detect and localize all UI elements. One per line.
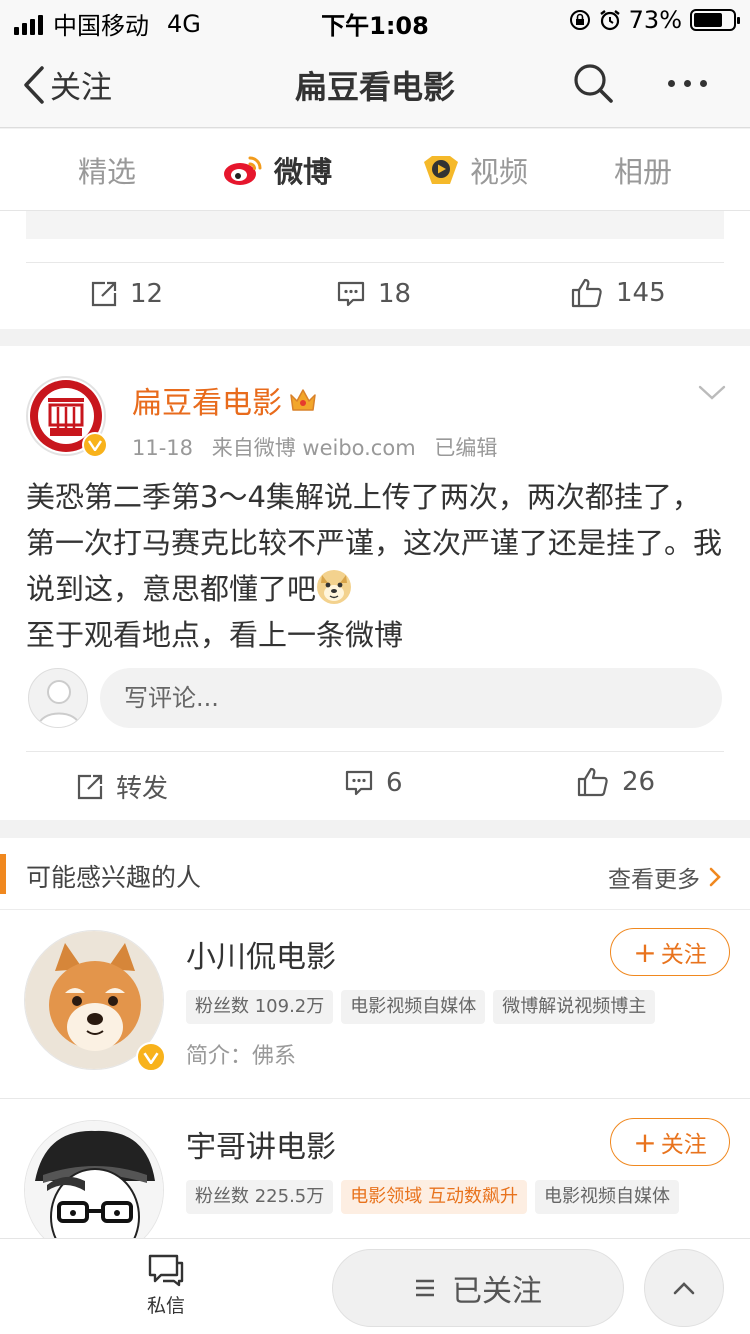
chevron-right-icon [709, 867, 721, 887]
weibo-icon [224, 156, 262, 185]
video-icon [424, 156, 458, 184]
tag: 粉丝数 109.2万 [186, 990, 334, 1024]
more-dot-icon [700, 80, 707, 87]
repost-label: 转发 [116, 774, 169, 804]
followed-button[interactable]: 已关注 [332, 1249, 624, 1327]
user-tags: 粉丝数 225.5万 电影领域 互动数飙升 电影视频自媒体 [186, 1180, 679, 1214]
tag: 电影视频自媒体 [341, 990, 486, 1024]
verified-badge-icon [82, 432, 108, 458]
tab-featured[interactable]: 精选 [78, 149, 136, 191]
user-name[interactable]: 宇哥讲电影 [186, 1122, 336, 1166]
thumbs-up-icon [577, 767, 608, 797]
default-user-icon [37, 680, 81, 727]
scroll-to-top-button[interactable] [644, 1249, 724, 1327]
battery-percent: 73% [628, 6, 682, 34]
divider [26, 751, 724, 752]
tab-video[interactable]: 视频 [420, 149, 528, 191]
suggested-user-card[interactable]: 小川侃电影 + 关注 粉丝数 109.2万 电影视频自媒体 微博解说视频博主 简… [0, 910, 750, 1098]
nav-bar: 关注 扁豆看电影 [0, 40, 750, 128]
tab-album[interactable]: 相册 [614, 149, 672, 191]
previous-post-card: 12 18 145 [0, 211, 750, 329]
divider [26, 262, 724, 263]
repost-count: 12 [130, 279, 164, 309]
accent-bar [0, 854, 6, 894]
follow-button[interactable]: + 关注 [610, 928, 730, 976]
post-date: 11-18 [132, 436, 194, 460]
author-avatar[interactable] [26, 376, 108, 458]
tab-label: 相册 [614, 155, 673, 189]
author-name[interactable]: 扁豆看电影 [132, 378, 318, 422]
quoted-content-stub [26, 211, 724, 239]
like-count: 26 [622, 767, 656, 797]
tab-weibo[interactable]: 微博 [222, 149, 332, 191]
divider [0, 1098, 750, 1099]
like-button[interactable]: 145 [570, 277, 666, 309]
comment-button[interactable]: 6 [344, 768, 403, 798]
thumbs-up-icon [571, 278, 602, 308]
like-count: 145 [616, 278, 666, 308]
menu-icon [416, 1279, 434, 1297]
chevron-down-icon [698, 385, 726, 400]
comment-icon [337, 281, 365, 307]
bottom-toolbar: 私信 已关注 [0, 1238, 750, 1334]
post-text-tail: 至于观看地点，看上一条微博 [26, 618, 404, 652]
repost-button[interactable]: 转发 [76, 768, 168, 805]
post-card: 扁豆看电影 11-18 来自微博 weibo.com 已编辑 美恐第二季第3～4… [0, 346, 750, 820]
page-title: 扁豆看电影 [294, 68, 455, 106]
alarm-icon [599, 10, 620, 31]
comment-count: 18 [378, 279, 412, 309]
tag: 粉丝数 225.5万 [186, 1180, 334, 1214]
my-avatar [28, 668, 88, 728]
comment-button[interactable]: 18 [336, 279, 411, 309]
message-icon [148, 1254, 184, 1287]
crown-vip-icon [290, 389, 316, 411]
rotation-lock-icon [569, 10, 590, 30]
doge-emoji-icon [317, 570, 352, 604]
more-dot-icon [668, 80, 675, 87]
chevron-up-icon [673, 1282, 695, 1295]
like-button[interactable]: 26 [576, 766, 655, 798]
user-tags: 粉丝数 109.2万 电影视频自媒体 微博解说视频博主 [186, 990, 656, 1024]
battery-icon [690, 9, 740, 31]
follow-button[interactable]: + 关注 [610, 1118, 730, 1166]
post-meta: 11-18 来自微博 weibo.com 已编辑 [132, 432, 497, 462]
profile-tabs: 精选 微博 视频 相册 [0, 129, 750, 211]
comment-input[interactable]: 写评论... [100, 668, 722, 728]
see-more-link[interactable]: 查看更多 [608, 860, 722, 894]
search-icon [574, 64, 613, 103]
repost-icon [77, 774, 103, 799]
more-button[interactable] [668, 80, 707, 87]
tab-label: 视频 [470, 155, 529, 189]
edited-label[interactable]: 已编辑 [434, 436, 497, 460]
tab-label: 精选 [78, 155, 137, 189]
plus-icon: + [633, 935, 657, 969]
post-text-main: 美恐第二季第3～4集解说上传了两次，两次都挂了，第一次打马赛克比较不严谨，这次严… [26, 480, 723, 606]
verified-badge-icon [136, 1042, 166, 1072]
tag: 电影视频自媒体 [535, 1180, 679, 1214]
post-source: 来自微博 weibo.com [211, 436, 416, 460]
comment-count: 6 [386, 768, 403, 798]
plus-icon: + [633, 1125, 657, 1159]
post-text: 美恐第二季第3～4集解说上传了两次，两次都挂了，第一次打马赛克比较不严谨，这次严… [26, 474, 726, 658]
search-button[interactable] [572, 62, 614, 108]
hot-tag: 电影领域 互动数飙升 [341, 1180, 527, 1214]
tag: 微博解说视频博主 [493, 990, 656, 1024]
direct-message-button[interactable]: 私信 [136, 1253, 196, 1318]
tab-label: 微博 [274, 155, 333, 189]
status-bar: 中国移动 4G 下午1:08 73% [0, 0, 750, 40]
repost-icon [91, 281, 117, 307]
more-dot-icon [684, 80, 691, 87]
suggested-users-header: 可能感兴趣的人 查看更多 [0, 838, 750, 910]
comment-icon [345, 770, 373, 796]
section-title: 可能感兴趣的人 [26, 863, 202, 892]
post-menu-button[interactable] [698, 384, 726, 406]
user-intro: 简介：佛系 [186, 1044, 297, 1069]
repost-button[interactable]: 12 [90, 279, 163, 309]
user-name[interactable]: 小川侃电影 [186, 932, 336, 976]
